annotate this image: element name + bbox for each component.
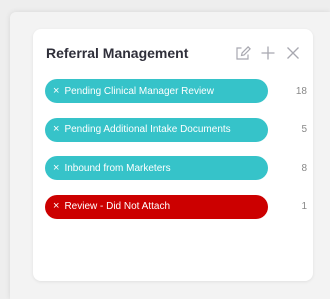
widget-header: Referral Management [46, 43, 301, 63]
filter-count: 8 [301, 162, 307, 174]
remove-filter-icon[interactable]: × [53, 85, 59, 97]
filter-row: × Review - Did Not Attach 1 [45, 194, 307, 219]
filter-label: Inbound from Marketers [64, 162, 171, 174]
filter-label: Review - Did Not Attach [64, 201, 171, 212]
widget-title: Referral Management [46, 45, 189, 61]
filter-tag-pending-clinical-manager-review[interactable]: × Pending Clinical Manager Review [45, 79, 268, 103]
filter-count: 1 [301, 201, 307, 212]
filter-row: × Pending Additional Intake Documents 5 [45, 117, 307, 142]
filter-tag-review-did-not-attach[interactable]: × Review - Did Not Attach [45, 194, 268, 219]
plus-icon[interactable] [260, 45, 276, 61]
filter-list: × Pending Clinical Manager Review 18 × P… [45, 79, 307, 233]
filter-row: × Pending Clinical Manager Review 18 [45, 79, 307, 103]
remove-filter-icon[interactable]: × [53, 201, 59, 212]
remove-filter-icon[interactable]: × [53, 162, 59, 174]
filter-count: 18 [295, 85, 307, 97]
edit-icon[interactable] [235, 45, 251, 61]
filter-count: 5 [301, 124, 307, 135]
remove-filter-icon[interactable]: × [53, 124, 59, 135]
filter-tag-inbound-from-marketers[interactable]: × Inbound from Marketers [45, 156, 268, 180]
widget-actions [235, 45, 301, 61]
filter-tag-pending-additional-intake-documents[interactable]: × Pending Additional Intake Documents [45, 117, 268, 142]
filter-label: Pending Additional Intake Documents [64, 124, 231, 135]
close-icon[interactable] [285, 45, 301, 61]
filter-row: × Inbound from Marketers 8 [45, 156, 307, 180]
filter-label: Pending Clinical Manager Review [64, 85, 214, 97]
referral-management-widget: Referral Management × Pending Clinical M… [33, 29, 313, 281]
